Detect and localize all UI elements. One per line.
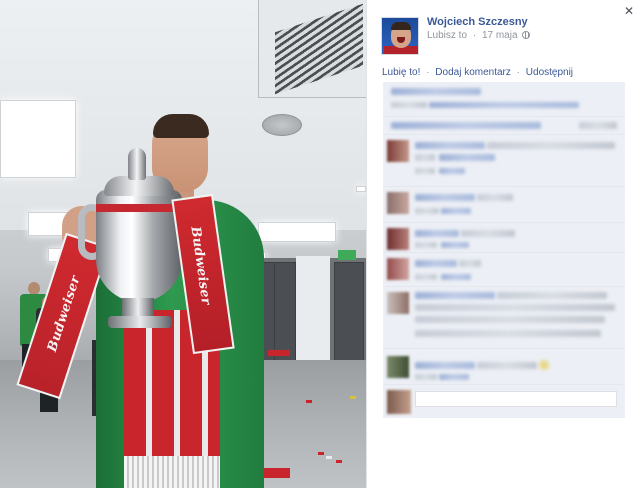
comment-text bbox=[487, 142, 615, 149]
likes-summary[interactable] bbox=[391, 88, 481, 95]
comment-like-link[interactable] bbox=[441, 208, 471, 214]
comment-text bbox=[439, 154, 495, 161]
view-more-comments[interactable] bbox=[391, 122, 541, 129]
comment-divider bbox=[383, 222, 625, 223]
commenter-avatar[interactable] bbox=[387, 192, 409, 214]
trophy-ribbon bbox=[96, 204, 182, 212]
comment-text bbox=[415, 316, 605, 323]
player-hair bbox=[153, 114, 209, 138]
commenter-avatar[interactable] bbox=[387, 258, 409, 280]
post-side-panel: ✕ Wojciech Szczesny Lubisz to · 17 maja … bbox=[366, 0, 640, 488]
emoji-icon bbox=[539, 360, 549, 370]
author-name-link[interactable]: Wojciech Szczesny bbox=[427, 16, 528, 28]
comment-text bbox=[461, 230, 515, 237]
close-icon[interactable]: ✕ bbox=[624, 5, 634, 17]
commenter-name[interactable] bbox=[415, 260, 457, 267]
comment-meta bbox=[415, 242, 437, 248]
commenter-name[interactable] bbox=[415, 194, 475, 201]
comment-divider bbox=[383, 134, 625, 135]
post-date-link[interactable]: 17 maja bbox=[482, 30, 518, 41]
liked-status: Lubisz to bbox=[427, 30, 468, 41]
comment-text bbox=[477, 194, 513, 201]
avatar[interactable] bbox=[381, 17, 419, 55]
separator: · bbox=[516, 67, 520, 78]
share-button[interactable]: Udostępnij bbox=[526, 67, 573, 78]
trophy-knob bbox=[128, 148, 146, 180]
separator: · bbox=[426, 67, 430, 78]
commenter-name[interactable] bbox=[415, 362, 475, 369]
comment-text bbox=[459, 260, 481, 267]
commenter-name[interactable] bbox=[415, 292, 495, 299]
comment-text bbox=[415, 330, 601, 337]
comment-text bbox=[497, 292, 607, 299]
post-actions: Lubię to! · Dodaj komentarz · Udostępnij bbox=[382, 67, 573, 78]
commenter-name[interactable] bbox=[415, 230, 459, 237]
ceiling-light bbox=[356, 186, 366, 192]
blurred-text bbox=[391, 102, 427, 108]
comment-meta bbox=[415, 208, 439, 214]
blurred-text bbox=[429, 102, 579, 108]
comment-like-link[interactable] bbox=[441, 242, 469, 248]
post-photo[interactable]: Budweiser Budweiser bbox=[0, 0, 366, 488]
comments-divider bbox=[383, 116, 625, 117]
commenter-avatar[interactable] bbox=[387, 140, 409, 162]
comments-section bbox=[383, 82, 625, 418]
comment-divider bbox=[383, 384, 625, 385]
comment-text bbox=[415, 154, 435, 161]
trophy-base bbox=[108, 316, 172, 328]
comment-divider bbox=[383, 186, 625, 187]
comment-divider bbox=[383, 252, 625, 253]
current-user-avatar bbox=[387, 390, 411, 414]
comment-text bbox=[477, 362, 537, 369]
scarf-fringe bbox=[124, 456, 220, 488]
commenter-avatar[interactable] bbox=[387, 228, 409, 250]
comment-meta bbox=[415, 274, 437, 280]
ceiling-light bbox=[0, 100, 76, 178]
like-button[interactable]: Lubię to! bbox=[382, 67, 420, 78]
comment-meta bbox=[415, 168, 435, 174]
comment-like-link[interactable] bbox=[439, 374, 469, 380]
ceiling-speaker bbox=[262, 114, 302, 136]
comment-meta bbox=[415, 374, 437, 380]
comment-input[interactable] bbox=[415, 391, 617, 407]
scarf-logo: Budweiser bbox=[187, 225, 214, 306]
scarf-logo: Budweiser bbox=[44, 273, 84, 354]
ceiling-light bbox=[258, 222, 336, 242]
comment-like-link[interactable] bbox=[441, 274, 471, 280]
comment-button[interactable]: Dodaj komentarz bbox=[435, 67, 511, 78]
commenter-avatar[interactable] bbox=[387, 292, 409, 314]
separator: · bbox=[472, 30, 477, 41]
exit-sign bbox=[338, 250, 356, 260]
comment-text bbox=[415, 304, 615, 311]
commenter-name[interactable] bbox=[415, 142, 485, 149]
post-meta: Lubisz to · 17 maja bbox=[427, 30, 531, 41]
globe-icon[interactable] bbox=[522, 31, 531, 39]
comment-like-link[interactable] bbox=[439, 168, 465, 174]
comment-divider bbox=[383, 348, 625, 349]
air-vent bbox=[258, 0, 366, 98]
commenter-avatar[interactable] bbox=[387, 356, 409, 378]
comment-count bbox=[579, 122, 617, 129]
comment-divider bbox=[383, 286, 625, 287]
locker bbox=[334, 262, 364, 372]
